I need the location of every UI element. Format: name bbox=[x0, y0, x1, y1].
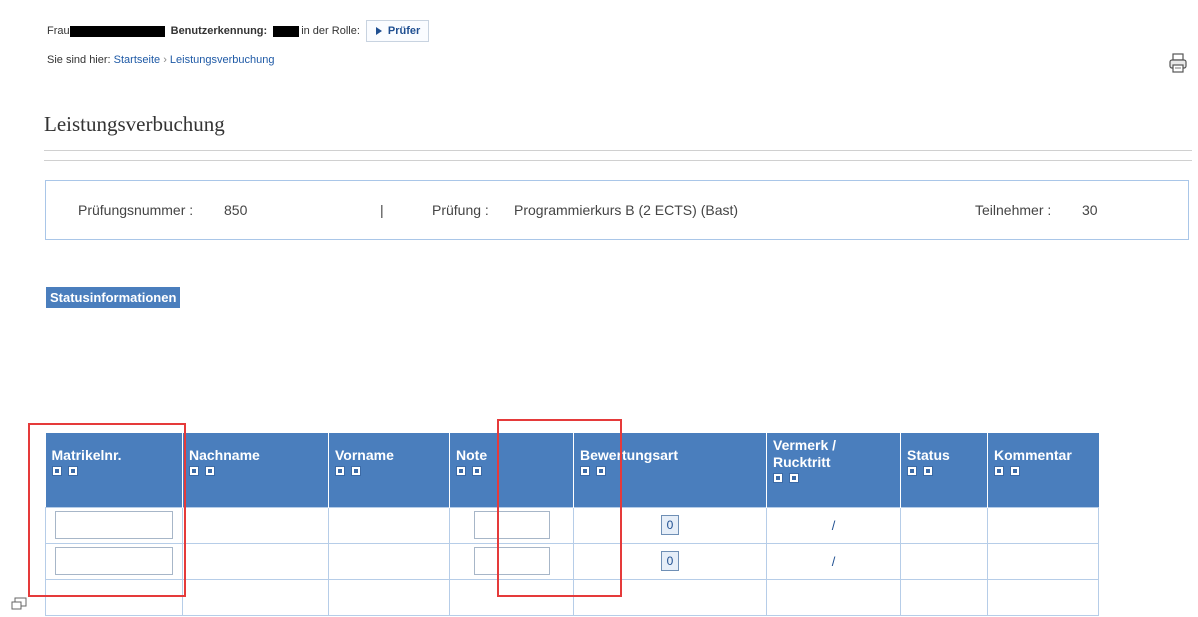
sort-down-icon[interactable] bbox=[1010, 466, 1020, 476]
breadcrumb: Sie sind hier: Startseite › Leistungsver… bbox=[47, 54, 275, 66]
column-header-vermerk[interactable]: Vermerk / Rucktritt bbox=[766, 433, 901, 507]
sort-up-icon[interactable] bbox=[456, 466, 466, 476]
role-button-label: Prüfer bbox=[387, 25, 421, 37]
sort-down-icon[interactable] bbox=[351, 466, 361, 476]
column-header-nachname[interactable]: Nachname bbox=[182, 433, 329, 507]
user-id-label: Benutzerkennung: bbox=[170, 25, 268, 37]
role-label: in der Rolle: bbox=[301, 25, 360, 37]
divider bbox=[44, 160, 1192, 161]
bewertungsart-button[interactable]: 0 bbox=[661, 515, 679, 535]
status-information-tab[interactable]: Statusinformationen bbox=[46, 287, 181, 308]
kommentar-cell bbox=[987, 578, 1099, 616]
sort-up-icon[interactable] bbox=[189, 466, 199, 476]
sort-up-icon[interactable] bbox=[907, 466, 917, 476]
sort-up-icon[interactable] bbox=[335, 466, 345, 476]
sort-down-icon[interactable] bbox=[789, 473, 799, 483]
role-button[interactable]: Prüfer bbox=[365, 20, 430, 42]
highlight-matrikelnr-column bbox=[28, 423, 186, 597]
exam-name: Programmierkurs B (2 ECTS) (Bast) bbox=[514, 202, 739, 218]
sort-up-icon[interactable] bbox=[994, 466, 1004, 476]
column-label-line2: Rucktritt bbox=[773, 454, 831, 470]
column-label: Vermerk / Rucktritt bbox=[773, 433, 894, 471]
participants-count: 30 bbox=[1082, 202, 1098, 218]
nachname-cell bbox=[182, 506, 329, 544]
highlight-note-column bbox=[497, 419, 622, 597]
play-arrow-icon bbox=[375, 27, 382, 35]
vermerk-cell bbox=[766, 578, 901, 616]
column-label: Nachname bbox=[189, 447, 260, 463]
column-header-kommentar[interactable]: Kommentar bbox=[987, 433, 1099, 507]
redacted-name bbox=[69, 25, 165, 37]
status-cell bbox=[900, 506, 988, 544]
sort-down-icon[interactable] bbox=[923, 466, 933, 476]
exam-label: Prüfung : bbox=[432, 202, 489, 218]
divider bbox=[44, 150, 1192, 151]
redacted-user-id bbox=[273, 25, 300, 37]
vorname-cell bbox=[328, 506, 450, 544]
breadcrumb-current-link[interactable]: Leistungsverbuchung bbox=[170, 54, 275, 66]
column-label: Kommentar bbox=[994, 447, 1072, 463]
exam-number-label: Prüfungsnummer : bbox=[78, 202, 194, 218]
window-icon[interactable] bbox=[11, 597, 27, 611]
vermerk-cell: / bbox=[766, 542, 901, 580]
column-header-status[interactable]: Status bbox=[900, 433, 988, 507]
user-info-bar: Frau Benutzerkennung: in der Rolle: Prüf… bbox=[47, 20, 430, 42]
info-divider: | bbox=[380, 202, 384, 218]
page-title: Leistungsverbuchung bbox=[44, 112, 225, 136]
sort-down-icon[interactable] bbox=[205, 466, 215, 476]
vermerk-cell: / bbox=[766, 506, 901, 544]
vorname-cell bbox=[328, 542, 450, 580]
status-cell bbox=[900, 578, 988, 616]
salutation: Frau bbox=[47, 25, 70, 37]
column-label-line1: Vermerk / bbox=[773, 437, 837, 453]
column-label: Vorname bbox=[335, 447, 394, 463]
vorname-cell bbox=[328, 578, 450, 616]
nachname-cell bbox=[182, 542, 329, 580]
breadcrumb-separator: › bbox=[163, 54, 167, 66]
printer-icon[interactable] bbox=[1167, 52, 1189, 74]
breadcrumb-home-link[interactable]: Startseite bbox=[114, 54, 160, 66]
column-header-vorname[interactable]: Vorname bbox=[328, 433, 450, 507]
exam-info-box: Prüfungsnummer : 850 | Prüfung : Program… bbox=[45, 180, 1189, 240]
nachname-cell bbox=[182, 578, 329, 616]
bewertungsart-button[interactable]: 0 bbox=[661, 551, 679, 571]
status-cell bbox=[900, 542, 988, 580]
kommentar-cell bbox=[987, 542, 1099, 580]
participants-label: Teilnehmer : bbox=[975, 202, 1052, 218]
breadcrumb-prefix: Sie sind hier: bbox=[47, 54, 111, 66]
exam-number: 850 bbox=[224, 202, 248, 218]
sort-up-icon[interactable] bbox=[773, 473, 783, 483]
sort-down-icon[interactable] bbox=[472, 466, 482, 476]
column-label: Status bbox=[907, 447, 950, 463]
kommentar-cell bbox=[987, 506, 1099, 544]
